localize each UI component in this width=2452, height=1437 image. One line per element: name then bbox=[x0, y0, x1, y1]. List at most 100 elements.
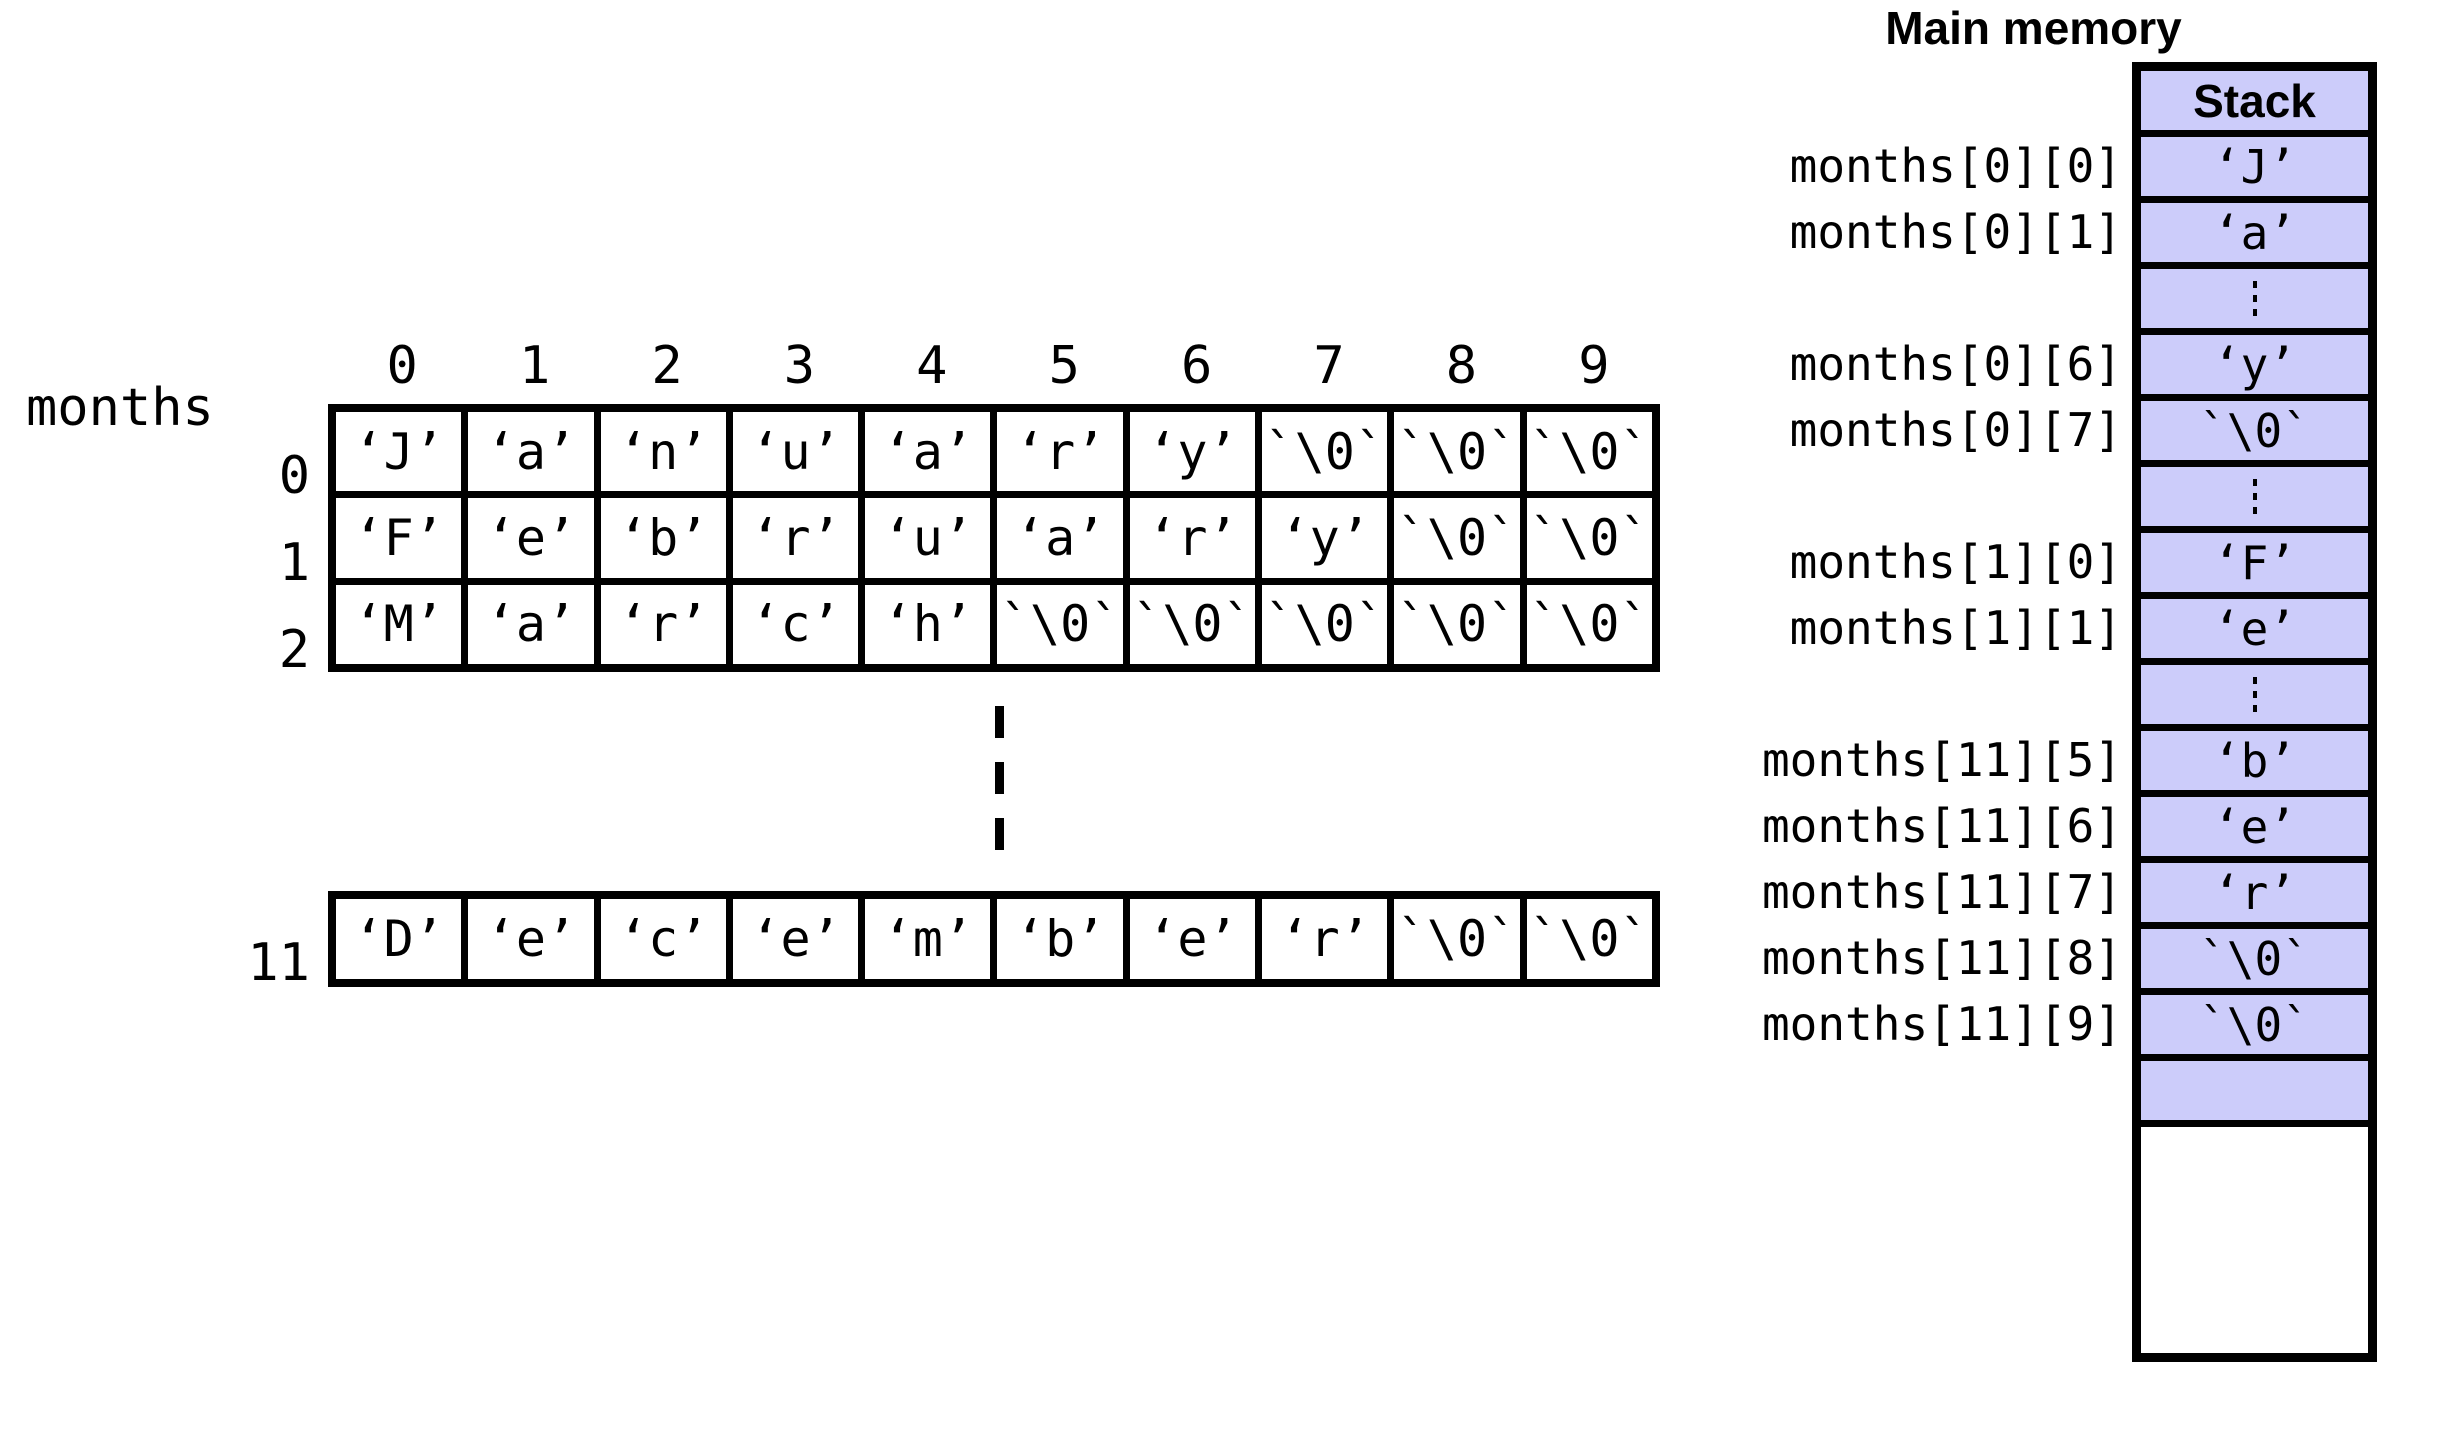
row-index-label: 2 bbox=[278, 620, 310, 680]
array-cell-value: `\0` bbox=[1264, 595, 1385, 654]
array-cell: ‘r’ bbox=[732, 498, 859, 578]
array-grid-top-rows: ‘J’ ‘a’ ‘n’ ‘u’ ‘a’ ‘r’ ‘y’ `\0` `\0` `\0` ‘F’ ‘e’ ‘… bbox=[328, 404, 1660, 672]
column-index-4: 4 bbox=[916, 336, 948, 396]
array-cell-value: ‘b’ bbox=[618, 508, 709, 567]
stack-label: Stack bbox=[2193, 74, 2316, 127]
array-cell-value: ‘r’ bbox=[618, 595, 709, 654]
memory-address-label: months[11][8] bbox=[1761, 931, 2122, 985]
array-cell: ‘e’ bbox=[468, 899, 594, 979]
memory-cell-empty bbox=[2141, 1061, 2368, 1120]
array-cell-value: ‘D’ bbox=[353, 910, 444, 968]
memory-ellipsis-cell bbox=[2141, 269, 2368, 328]
memory-address-label: months[11][7] bbox=[1761, 865, 2122, 919]
column-index-5: 5 bbox=[1048, 336, 1080, 396]
main-memory-panel: Main memory months[0][0] months[0][1] mont… bbox=[1690, 0, 2452, 1437]
array-cell: `\0` bbox=[1526, 412, 1652, 492]
array-row-1: ‘F’ ‘e’ ‘b’ ‘r’ ‘u’ ‘a’ ‘r’ ‘y’ `\0` `\0` bbox=[336, 498, 1652, 578]
array-cell: ‘y’ bbox=[1262, 498, 1388, 578]
memory-cell: ‘F’ bbox=[2141, 533, 2368, 592]
memory-address-label: months[0][1] bbox=[1789, 205, 2122, 259]
array-cell-value: ‘y’ bbox=[1147, 422, 1238, 481]
array-cell: ‘r’ bbox=[1129, 498, 1256, 578]
main-memory-title: Main memory bbox=[1885, 2, 2182, 54]
array-cell-value: `\0` bbox=[1396, 910, 1518, 968]
array-cell-value: ‘u’ bbox=[882, 508, 973, 567]
array-cell-value: `\0` bbox=[1264, 422, 1385, 481]
memory-cell-value: ‘b’ bbox=[2212, 733, 2297, 788]
array-cell-value: ‘F’ bbox=[353, 508, 444, 567]
memory-address-label: months[0][7] bbox=[1789, 403, 2122, 457]
array-cell: ‘e’ bbox=[1129, 899, 1256, 979]
memory-cell-value: `\0` bbox=[2199, 403, 2310, 458]
array-cell-value: ‘c’ bbox=[618, 910, 709, 968]
array-row-2: ‘M’ ‘a’ ‘r’ ‘c’ ‘h’ `\0` `\0` `\0` `\0` `\0` bbox=[336, 584, 1652, 664]
array-cell: ‘e’ bbox=[732, 899, 859, 979]
memory-address-label: months[11][6] bbox=[1761, 799, 2122, 853]
array-cell-value: `\0` bbox=[999, 595, 1121, 654]
array-cell: ‘y’ bbox=[1129, 412, 1256, 492]
memory-address-label: months[1][1] bbox=[1789, 601, 2122, 655]
array-cell: ‘a’ bbox=[865, 412, 991, 492]
array-cell-value: ‘b’ bbox=[1014, 910, 1106, 968]
memory-cell-value: ‘e’ bbox=[2212, 799, 2297, 854]
array-cell: ‘r’ bbox=[600, 584, 726, 664]
array-cell: `\0` bbox=[1526, 498, 1652, 578]
array-cell: ‘F’ bbox=[336, 498, 462, 578]
memory-address-label: months[0][6] bbox=[1789, 337, 2122, 391]
array-cell-value: `\0` bbox=[1529, 595, 1650, 654]
array-cell: ‘m’ bbox=[865, 899, 991, 979]
column-index-9: 9 bbox=[1578, 336, 1610, 396]
row-index-label: 1 bbox=[278, 533, 310, 593]
memory-cell: ‘a’ bbox=[2141, 203, 2368, 262]
column-index-3: 3 bbox=[783, 336, 816, 396]
memory-cell: ‘e’ bbox=[2141, 599, 2368, 658]
memory-cell-value: `\0` bbox=[2199, 997, 2310, 1052]
memory-ellipsis-cell bbox=[2141, 467, 2368, 526]
array-cell: ‘a’ bbox=[997, 498, 1123, 578]
array-cell: ‘a’ bbox=[468, 584, 594, 664]
memory-cell-value: ‘y’ bbox=[2212, 337, 2297, 392]
array-grid-last-row: ‘D’ ‘e’ ‘c’ ‘e’ ‘m’ ‘b’ ‘e’ ‘r’ `\0` `\0` bbox=[328, 891, 1660, 987]
memory-cell-value: ‘e’ bbox=[2212, 601, 2297, 656]
array-cell-value: ‘c’ bbox=[750, 595, 841, 654]
array-cell: `\0` bbox=[1526, 899, 1652, 979]
array-cell-value: `\0` bbox=[1396, 508, 1518, 567]
array-cell-value: `\0` bbox=[1529, 422, 1650, 481]
array-cell-value: ‘M’ bbox=[353, 595, 444, 654]
stack-segment-header: Stack bbox=[2141, 71, 2368, 130]
column-index-1: 1 bbox=[518, 336, 551, 396]
column-index-header: 0 1 2 3 4 5 6 7 8 9 bbox=[336, 337, 1660, 395]
array-cell: `\0` bbox=[1394, 412, 1520, 492]
memory-cell: ‘y’ bbox=[2141, 335, 2368, 394]
array-diagram: months 0123456789 0 1 2 11 ‘J’ ‘a’ ‘n’ ‘u’ ‘… bbox=[0, 0, 1700, 1437]
array-cell: ‘u’ bbox=[732, 412, 859, 492]
array-cell: `\0` bbox=[997, 584, 1123, 664]
array-cell-value: ‘r’ bbox=[1279, 910, 1370, 968]
array-cell-value: `\0` bbox=[1132, 595, 1253, 654]
array-cell-value: ‘a’ bbox=[485, 422, 577, 481]
column-index-8: 8 bbox=[1445, 336, 1478, 396]
memory-cell: ‘J’ bbox=[2141, 137, 2368, 196]
memory-cell-value: ‘J’ bbox=[2212, 139, 2297, 194]
array-cell-value: ‘y’ bbox=[1279, 508, 1370, 567]
memory-cell-value: `\0` bbox=[2199, 931, 2310, 986]
array-cell: ‘c’ bbox=[732, 584, 859, 664]
array-cell: ‘n’ bbox=[600, 412, 726, 492]
column-index-7: 7 bbox=[1313, 336, 1345, 396]
array-cell-value: ‘e’ bbox=[1147, 910, 1238, 968]
stack-segment-box: Stack ‘J’ ‘a’ ‘y’ `\0` ‘F’ ‘e’ ‘b’ ‘e’ ‘r’ `\0` `\0… bbox=[2132, 62, 2377, 1362]
array-cell: `\0` bbox=[1394, 498, 1520, 578]
array-cell-value: ‘h’ bbox=[882, 595, 973, 654]
memory-cell: ‘b’ bbox=[2141, 731, 2368, 790]
array-cell-value: ‘e’ bbox=[485, 910, 577, 968]
array-cell: ‘r’ bbox=[1262, 899, 1388, 979]
memory-cell-value: ‘r’ bbox=[2212, 865, 2297, 920]
array-cell: ‘a’ bbox=[468, 412, 594, 492]
array-cell: ‘u’ bbox=[865, 498, 991, 578]
array-cell-value: ‘J’ bbox=[353, 422, 444, 481]
array-cell: ‘D’ bbox=[336, 899, 462, 979]
array-cell-value: `\0` bbox=[1396, 595, 1518, 654]
array-cell: ‘e’ bbox=[468, 498, 594, 578]
free-memory-region bbox=[2141, 1127, 2368, 1353]
array-cell: ‘c’ bbox=[600, 899, 726, 979]
